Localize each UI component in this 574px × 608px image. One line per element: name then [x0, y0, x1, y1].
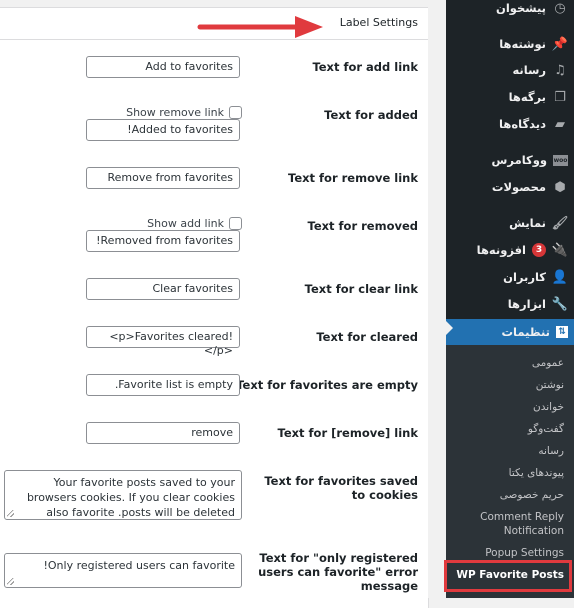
- pages-icon: ❐: [554, 89, 566, 105]
- sidebar-item-label: کاربران: [503, 270, 546, 284]
- sidebar-item-media[interactable]: رسانه ♫: [446, 57, 574, 83]
- content-edge: [428, 0, 446, 598]
- sidebar-item-label: نمایش: [509, 216, 546, 230]
- show-remove-link-label: Show remove link: [126, 105, 224, 119]
- sidebar-item-label: نوشته‌ها: [499, 37, 546, 51]
- pin-icon: 📌: [551, 36, 569, 52]
- dashboard-icon: ◷: [554, 0, 566, 16]
- users-icon: 👤: [551, 269, 569, 285]
- sidebar-item-comments[interactable]: دیدگاه‌ها ▰: [446, 111, 574, 137]
- submenu-item-comment-reply-notification[interactable]: Comment Reply Notification: [474, 510, 564, 538]
- show-add-link-label: Show add link: [147, 216, 224, 230]
- sidebar-item-label: ووکامرس: [491, 153, 547, 167]
- submenu-item-popup-settings[interactable]: Popup Settings: [485, 546, 564, 560]
- settings-icon: ⇅: [556, 326, 568, 338]
- submenu-item-media[interactable]: رسانه: [538, 444, 564, 458]
- sidebar-item-pages[interactable]: برگه‌ها ❐: [446, 84, 574, 110]
- submenu-item-reading[interactable]: خواندن: [533, 400, 564, 414]
- sidebar-item-tools[interactable]: ابزارها 🔧: [446, 291, 574, 317]
- add-link-input[interactable]: Add to favorites: [86, 56, 240, 78]
- comments-icon: ▰: [555, 116, 565, 132]
- sidebar-item-label: برگه‌ها: [508, 90, 546, 104]
- main-content: Label Settings Text for add link Add to …: [0, 0, 446, 608]
- label-settings-panel: Label Settings Text for add link Add to …: [0, 7, 429, 608]
- cookies-label: Text for favorites saved to cookies: [264, 474, 418, 502]
- sidebar-item-label: تنظیمات: [501, 325, 551, 339]
- sidebar-item-label: افزونه‌ها: [476, 243, 526, 257]
- plugins-icon: 🔌: [551, 242, 569, 258]
- sidebar-item-label: محصولات: [491, 180, 546, 194]
- registered-only-label: Text for "only registered users can favo…: [258, 551, 418, 593]
- submenu-item-privacy[interactable]: حریم خصوصی: [500, 488, 564, 502]
- cleared-label: Text for cleared: [316, 330, 418, 344]
- sidebar-item-dashboard[interactable]: پیشخوان ◷: [446, 0, 574, 21]
- remove-link-label: Text for remove link: [288, 171, 418, 185]
- submenu-item-general[interactable]: عمومی: [532, 356, 564, 370]
- sidebar-item-users[interactable]: کاربران 👤: [446, 264, 574, 290]
- sidebar-item-label: ابزارها: [507, 297, 546, 311]
- sidebar-item-appearance[interactable]: نمایش 🖌: [446, 210, 574, 236]
- add-link-label: Text for add link: [312, 60, 418, 74]
- sidebar-item-label: رسانه: [512, 63, 546, 77]
- removed-label: Text for removed: [307, 219, 419, 233]
- remove-bracket-link-label: Text for [remove] link: [277, 426, 419, 440]
- added-input[interactable]: !Added to favorites: [86, 119, 240, 141]
- woocommerce-icon: woo: [553, 154, 568, 166]
- remove-bracket-link-input[interactable]: remove: [86, 422, 240, 444]
- plugins-update-badge: 3: [532, 243, 546, 257]
- resize-grip-icon[interactable]: [7, 510, 14, 517]
- cleared-input[interactable]: <p>Favorites cleared!</p>: [86, 326, 240, 357]
- show-remove-link-checkbox[interactable]: [229, 105, 242, 119]
- registered-only-textarea[interactable]: !Only registered users can favorite: [4, 553, 242, 588]
- submenu-item-permalinks[interactable]: پیوندهای یکتا: [509, 466, 564, 480]
- clear-link-input[interactable]: Clear favorites: [86, 278, 240, 300]
- cookies-textarea-text: Your favorite posts saved to your browse…: [26, 476, 235, 519]
- favorites-empty-label: Text for favorites are empty: [236, 378, 418, 392]
- active-menu-pointer: [446, 321, 453, 335]
- tools-icon: 🔧: [551, 296, 569, 312]
- sidebar-item-products[interactable]: محصولات ⬢: [446, 174, 574, 200]
- sidebar-item-plugins[interactable]: افزونه‌ها 3 🔌: [446, 237, 574, 263]
- added-label: Text for added: [324, 108, 418, 122]
- clear-link-label: Text for clear link: [304, 282, 418, 296]
- removed-input[interactable]: !Removed from favorites: [86, 230, 240, 252]
- resize-grip-icon[interactable]: [7, 578, 14, 585]
- show-add-link-checkbox[interactable]: [229, 216, 242, 230]
- panel-title: Label Settings: [339, 16, 418, 29]
- registered-only-textarea-text: !Only registered users can favorite: [43, 559, 235, 572]
- sidebar-item-label: پیشخوان: [496, 1, 546, 15]
- submenu-item-discussion[interactable]: گفت‌وگو: [528, 422, 564, 436]
- panel-header: Label Settings: [0, 8, 428, 40]
- annotation-arrow-icon: [197, 16, 323, 38]
- products-icon: ⬢: [554, 179, 566, 195]
- sidebar-item-posts[interactable]: نوشته‌ها 📌: [446, 31, 574, 57]
- cookies-textarea[interactable]: Your favorite posts saved to your browse…: [4, 470, 242, 520]
- submenu-item-writing[interactable]: نوشتن: [536, 378, 564, 392]
- sidebar-item-settings[interactable]: تنظیمات ⇅: [446, 319, 574, 345]
- remove-link-input[interactable]: Remove from favorites: [86, 167, 240, 189]
- sidebar-item-label: دیدگاه‌ها: [499, 117, 546, 131]
- favorites-empty-input[interactable]: .Favorite list is empty: [86, 374, 240, 396]
- show-add-link-option[interactable]: Show add link: [147, 216, 242, 230]
- media-icon: ♫: [554, 62, 566, 78]
- annotation-highlight-box: [444, 560, 572, 592]
- show-remove-link-option[interactable]: Show remove link: [126, 105, 242, 119]
- sidebar-item-woocommerce[interactable]: ووکامرس woo: [446, 147, 574, 173]
- appearance-icon: 🖌: [551, 215, 569, 231]
